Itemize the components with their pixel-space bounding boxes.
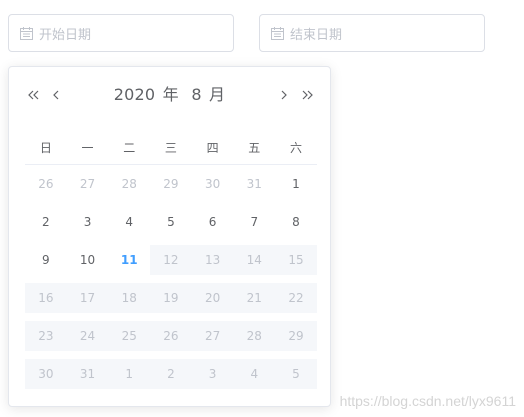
date-cell: 21 bbox=[233, 283, 276, 313]
end-date-input[interactable]: 结束日期 bbox=[259, 14, 485, 52]
week-row: 26 27 28 29 30 31 1 bbox=[25, 165, 317, 203]
date-cell[interactable]: 6 bbox=[192, 207, 234, 237]
date-cell: 15 bbox=[275, 245, 317, 275]
date-cell: 28 bbox=[233, 321, 276, 351]
date-cell[interactable]: 1 bbox=[275, 169, 317, 199]
weekday-header-row: 日一二三四五六 bbox=[25, 130, 317, 165]
date-cell[interactable]: 28 bbox=[108, 169, 150, 199]
week-row: 16 17 18 19 20 21 22 bbox=[25, 279, 317, 317]
date-cell[interactable]: 9 bbox=[25, 245, 67, 275]
date-cell: 31 bbox=[66, 359, 109, 389]
date-cell: 13 bbox=[191, 245, 234, 275]
date-cell[interactable]: 26 bbox=[25, 169, 67, 199]
date-cell: 5 bbox=[275, 359, 317, 389]
date-cell: 27 bbox=[191, 321, 234, 351]
date-cell[interactable]: 4 bbox=[108, 207, 150, 237]
weekday-label: 一 bbox=[81, 140, 94, 155]
date-cell: 24 bbox=[66, 321, 109, 351]
date-cell: 14 bbox=[233, 245, 276, 275]
date-cell-today[interactable]: 11 bbox=[108, 245, 150, 275]
date-cell: 22 bbox=[275, 283, 317, 313]
date-cell: 1 bbox=[108, 359, 151, 389]
weekday-label: 四 bbox=[206, 140, 219, 155]
date-cell: 25 bbox=[108, 321, 151, 351]
date-table: 日一二三四五六 26 27 28 29 30 31 1 2 3 4 5 6 7 8 9 10 11 12 13 14 1… bbox=[25, 130, 317, 393]
weekday-label: 三 bbox=[164, 140, 177, 155]
date-cell[interactable]: 30 bbox=[192, 169, 234, 199]
start-date-placeholder: 开始日期 bbox=[39, 27, 92, 43]
month-suffix: 月 bbox=[209, 85, 226, 104]
double-chevron-right-icon[interactable] bbox=[299, 81, 315, 109]
date-cell: 12 bbox=[150, 245, 192, 275]
date-cell[interactable]: 5 bbox=[150, 207, 192, 237]
weekday-label: 日 bbox=[39, 140, 52, 155]
start-date-input[interactable]: 开始日期 bbox=[8, 14, 234, 52]
date-cell: 17 bbox=[66, 283, 109, 313]
date-picker-header: 2020 年 8 月 bbox=[9, 81, 330, 109]
week-row: 9 10 11 12 13 14 15 bbox=[25, 241, 317, 279]
weekday-label: 六 bbox=[289, 140, 302, 155]
date-cell[interactable]: 10 bbox=[67, 245, 109, 275]
year-suffix: 年 bbox=[162, 85, 179, 104]
date-cell: 30 bbox=[25, 359, 67, 389]
date-cell: 4 bbox=[233, 359, 276, 389]
week-row: 23 24 25 26 27 28 29 bbox=[25, 317, 317, 355]
date-cell: 18 bbox=[108, 283, 151, 313]
date-cell[interactable]: 8 bbox=[275, 207, 317, 237]
date-cell: 3 bbox=[191, 359, 234, 389]
date-cell[interactable]: 2 bbox=[25, 207, 67, 237]
date-cell: 19 bbox=[150, 283, 192, 313]
date-cell[interactable]: 7 bbox=[233, 207, 275, 237]
date-cell[interactable]: 3 bbox=[67, 207, 109, 237]
year-label[interactable]: 2020 bbox=[114, 85, 156, 104]
date-cell[interactable]: 31 bbox=[233, 169, 275, 199]
date-picker-panel: 2020 年 8 月 日一二三四五六 26 27 28 29 30 31 1 2 3 4 5 6 7 8 9… bbox=[8, 66, 331, 407]
end-date-placeholder: 结束日期 bbox=[290, 27, 343, 43]
date-cell: 29 bbox=[275, 321, 317, 351]
week-row: 30 31 1 2 3 4 5 bbox=[25, 355, 317, 393]
week-row: 2345678 bbox=[25, 203, 317, 241]
date-cell: 2 bbox=[150, 359, 192, 389]
date-cell: 20 bbox=[191, 283, 234, 313]
calendar-icon bbox=[19, 26, 33, 40]
calendar-icon bbox=[270, 26, 284, 40]
date-cell[interactable]: 27 bbox=[67, 169, 109, 199]
weekday-label: 五 bbox=[248, 140, 261, 155]
chevron-right-icon[interactable] bbox=[275, 81, 291, 109]
date-cell: 16 bbox=[25, 283, 67, 313]
month-label[interactable]: 8 bbox=[191, 85, 201, 104]
date-cell[interactable]: 29 bbox=[150, 169, 192, 199]
date-cell: 26 bbox=[150, 321, 192, 351]
watermark: https://blog.csdn.net/lyx9611 bbox=[339, 393, 516, 409]
date-cell: 23 bbox=[25, 321, 67, 351]
weekday-label: 二 bbox=[123, 140, 136, 155]
